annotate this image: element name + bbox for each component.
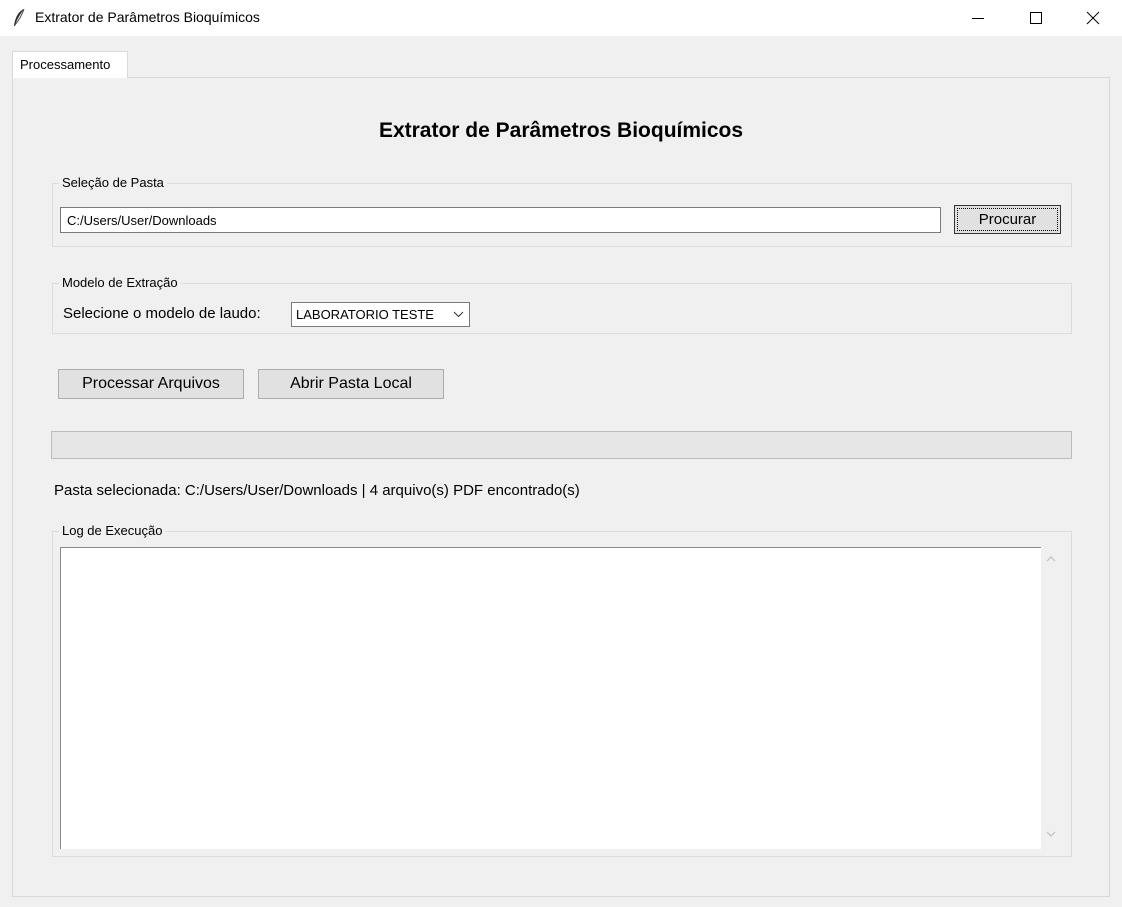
- model-select-value: LABORATORIO TESTE: [296, 307, 434, 322]
- log-scrollbar[interactable]: [1041, 547, 1061, 849]
- chevron-up-icon[interactable]: [1046, 555, 1056, 562]
- tab-label: Processamento: [20, 57, 111, 72]
- maximize-icon: [1030, 12, 1042, 24]
- title-bar: Extrator de Parâmetros Bioquímicos: [0, 0, 1122, 36]
- model-select-label: Selecione o modelo de laudo:: [63, 305, 261, 322]
- status-text: Pasta selecionada: C:/Users/User/Downloa…: [54, 482, 580, 499]
- minimize-icon: [972, 18, 984, 19]
- tab-processamento[interactable]: Processamento: [12, 51, 128, 78]
- browse-button[interactable]: Procurar: [954, 205, 1061, 234]
- model-select[interactable]: LABORATORIO TESTE: [291, 302, 470, 327]
- page-title: Extrator de Parâmetros Bioquímicos: [378, 119, 744, 142]
- window-title: Extrator de Parâmetros Bioquímicos: [35, 9, 260, 25]
- chevron-down-icon[interactable]: [1046, 831, 1056, 838]
- model-group-label: Modelo de Extração: [59, 274, 181, 292]
- log-group-label: Log de Execução: [59, 522, 166, 540]
- progress-bar: [51, 431, 1072, 459]
- feather-icon: [12, 8, 26, 28]
- chevron-down-icon: [453, 311, 464, 318]
- process-files-button[interactable]: Processar Arquivos: [58, 369, 244, 399]
- maximize-button[interactable]: [1007, 0, 1065, 36]
- folder-path-input[interactable]: [60, 207, 941, 233]
- close-icon: [1086, 11, 1100, 25]
- folder-group-label: Seleção de Pasta: [59, 174, 167, 192]
- minimize-button[interactable]: [949, 0, 1007, 36]
- open-folder-button[interactable]: Abrir Pasta Local: [258, 369, 444, 399]
- log-textarea[interactable]: [60, 547, 1041, 849]
- close-button[interactable]: [1064, 0, 1122, 36]
